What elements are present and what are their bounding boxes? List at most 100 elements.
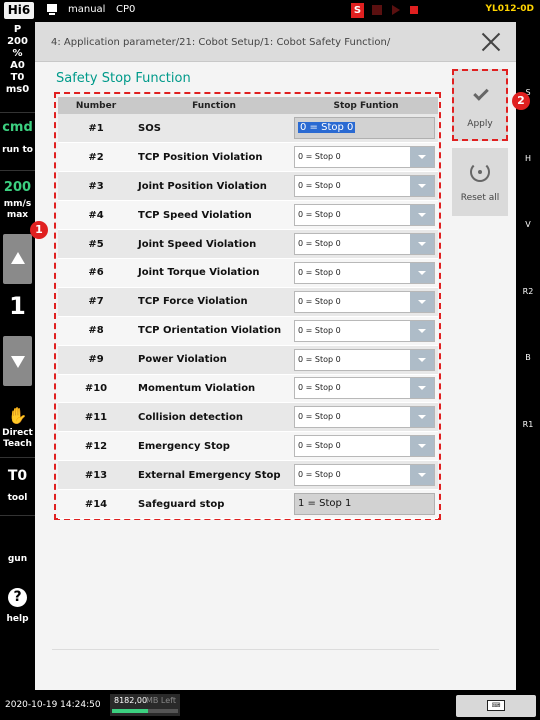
safety-stop-table: Number Function Stop Funtion #1 SOS 0 = St… [58, 97, 438, 519]
main-panel: 4: Application parameter/21: Cobot Setup… [30, 22, 530, 690]
row-number: #6 [58, 258, 134, 288]
close-icon[interactable] [481, 32, 501, 52]
tool-value[interactable]: T0 [0, 468, 35, 484]
check-icon [473, 85, 489, 101]
chevron-down-icon[interactable] [410, 349, 434, 370]
stop-function-select[interactable]: 0 = Stop 0 [294, 290, 435, 313]
row-stop-cell: 0 = Stop 0 [294, 316, 438, 346]
row-function: Momentum Violation [134, 374, 294, 404]
row-stop-cell: 0 = Stop 0 [294, 171, 438, 202]
chevron-down-icon[interactable] [410, 291, 434, 312]
hand-icon[interactable]: ✋ [0, 406, 35, 425]
direct-teach-button[interactable]: Direct Teach [0, 428, 35, 450]
tool-label[interactable]: tool [0, 493, 35, 503]
step-up-button[interactable] [3, 234, 32, 284]
axis-label-r1[interactable]: R1 [516, 420, 540, 429]
row-stop-cell: 0 = Stop 0 [294, 258, 438, 288]
stop-function-select[interactable]: 0 = Stop 0 [294, 435, 435, 458]
keyboard-button[interactable]: ⌨ [456, 695, 536, 717]
table-row: #1 SOS 0 = Stop 0 [58, 114, 438, 144]
stop-function-select[interactable]: 0 = Stop 0 [294, 464, 435, 487]
callout-badge-1: 1 [30, 221, 48, 239]
status-line: ms0 [5, 84, 30, 95]
stop-function-select[interactable]: 0 = Stop 0 [294, 175, 435, 198]
axis-label-r2[interactable]: R2 [516, 287, 540, 296]
chevron-down-icon[interactable] [410, 320, 434, 341]
chevron-down-icon[interactable] [410, 436, 434, 457]
chevron-down-icon[interactable] [410, 262, 434, 283]
stop-function-fixed[interactable]: 0 = Stop 0 [294, 117, 435, 140]
stop-function-value: 0 = Stop 0 [298, 181, 341, 191]
speed-value[interactable]: 200 [0, 180, 35, 195]
stop-function-select[interactable]: 0 = Stop 0 [294, 377, 435, 400]
step-down-button[interactable] [3, 336, 32, 386]
stop-function-select[interactable]: 0 = Stop 0 [294, 319, 435, 342]
row-function: Emergency Stop [134, 431, 294, 462]
column-header-stop-function: Stop Funtion [294, 97, 438, 114]
controller-id: YL012-0D [485, 4, 534, 14]
reset-all-label: Reset all [460, 193, 500, 203]
chevron-down-icon[interactable] [410, 378, 434, 399]
stop-function-value: 0 = Stop 0 [298, 152, 341, 162]
row-stop-cell: 0 = Stop 0 [294, 345, 438, 375]
chevron-down-icon[interactable] [410, 465, 434, 486]
status-line: 200 [7, 36, 28, 47]
apply-button[interactable]: Apply [452, 69, 508, 141]
row-function: TCP Speed Violation [134, 200, 294, 231]
reset-all-button[interactable]: Reset all [452, 148, 508, 216]
row-function: External Emergency Stop [134, 460, 294, 491]
axis-label-v[interactable]: V [516, 220, 540, 229]
cmd-button[interactable]: cmd [0, 120, 35, 135]
direct-teach-line: Teach [3, 439, 32, 449]
row-function: Safeguard stop [134, 489, 294, 519]
divider [0, 170, 35, 171]
stop-function-value: 0 = Stop 0 [298, 296, 341, 306]
run-to-label[interactable]: run to [0, 145, 35, 155]
gun-button[interactable]: gun [0, 554, 35, 564]
row-number: #14 [58, 489, 134, 519]
divider [0, 112, 35, 113]
row-number: #7 [58, 287, 134, 317]
chevron-down-icon[interactable] [410, 407, 434, 428]
stop-function-select[interactable]: 0 = Stop 0 [294, 233, 435, 255]
row-stop-cell: 0 = Stop 0 [294, 229, 438, 259]
chevron-down-icon[interactable] [410, 205, 434, 226]
row-stop-cell: 0 = Stop 0 [294, 460, 438, 491]
breadcrumb: 4: Application parameter/21: Cobot Setup… [51, 37, 391, 48]
axis-label-b[interactable]: B [516, 353, 540, 362]
divider [0, 457, 35, 458]
safety-stop-table-frame: Number Function Stop Funtion #1 SOS 0 = St… [54, 92, 441, 520]
status-block: P 200 % A0 T0 ms0 [0, 24, 35, 96]
table-row: #5 Joint Speed Violation 0 = Stop 0 [58, 229, 438, 259]
stop-function-select[interactable]: 0 = Stop 0 [294, 406, 435, 429]
play-icon [392, 5, 400, 15]
divider [52, 649, 439, 650]
section-title: Safety Stop Function [56, 71, 191, 86]
stop-function-select[interactable]: 0 = Stop 0 [294, 146, 435, 169]
datetime: 2020-10-19 14:24:50 [5, 700, 101, 710]
reset-icon [470, 162, 490, 182]
chevron-down-icon[interactable] [410, 176, 434, 197]
table-row: #12 Emergency Stop 0 = Stop 0 [58, 431, 438, 462]
row-function: Joint Torque Violation [134, 258, 294, 288]
row-number: #5 [58, 229, 134, 259]
stop-function-value: 0 = Stop 0 [298, 325, 341, 335]
help-label[interactable]: help [0, 614, 35, 624]
table-row: #2 TCP Position Violation 0 = Stop 0 [58, 142, 438, 173]
row-function: TCP Orientation Violation [134, 316, 294, 346]
chevron-down-icon[interactable] [410, 234, 434, 254]
row-function: Joint Position Violation [134, 171, 294, 202]
stop-function-select[interactable]: 0 = Stop 0 [294, 348, 435, 371]
help-icon[interactable]: ? [8, 588, 27, 607]
row-stop-cell: 0 = Stop 0 [294, 374, 438, 404]
arrow-down-icon [11, 356, 25, 368]
stop-function-select[interactable]: 0 = Stop 0 [294, 204, 435, 227]
top-bar: Hi6 manual CP0 S YL012-0D [0, 0, 540, 22]
stop-function-select[interactable]: 0 = Stop 0 [294, 261, 435, 284]
table-row: #3 Joint Position Violation 0 = Stop 0 [58, 171, 438, 202]
chevron-down-icon[interactable] [410, 147, 434, 168]
table-row: #11 Collision detection 0 = Stop 0 [58, 402, 438, 433]
axis-label-h[interactable]: H [516, 154, 540, 163]
left-sidebar: P 200 % A0 T0 ms0 cmd run to 200 mm/s ma… [0, 22, 35, 690]
stop-function-value: 0 = Stop 0 [298, 267, 341, 277]
